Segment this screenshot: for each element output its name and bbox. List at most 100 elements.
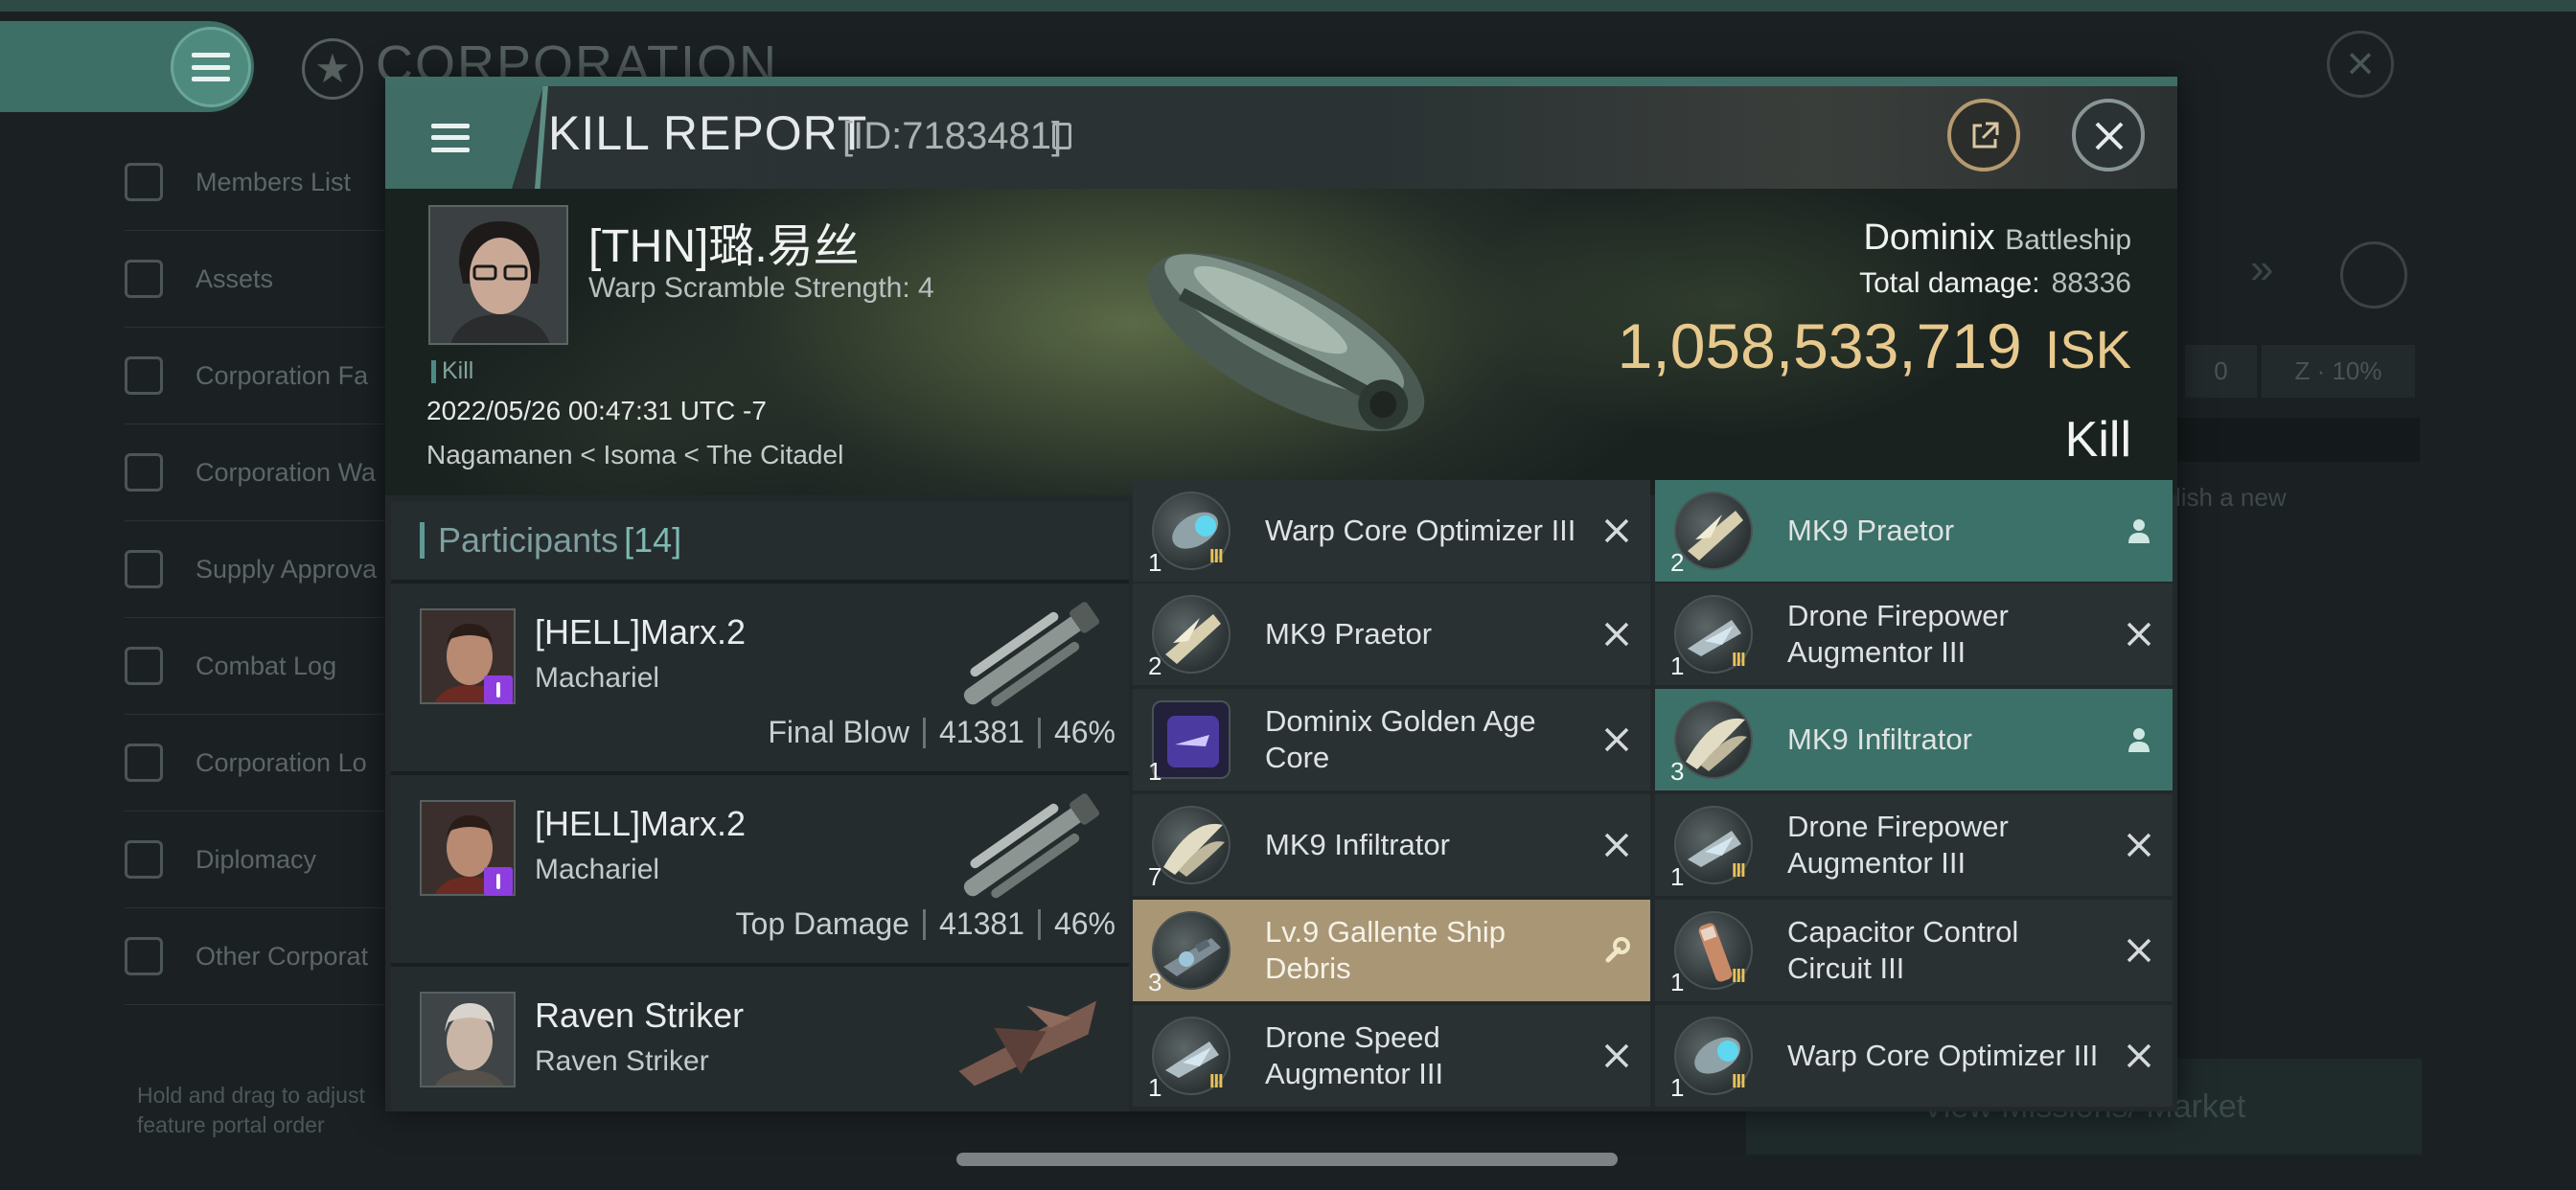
item-cell[interactable]: 1 III Warp Core Optimizer III bbox=[1655, 1005, 2173, 1107]
sidebar-item-corporation-wallet[interactable]: Corporation Wa bbox=[125, 424, 393, 521]
participant-row[interactable]: [HELL]Marx.2 Machariel Top Damage 41381 46… bbox=[391, 771, 1129, 963]
background-value-field[interactable]: 0 bbox=[2185, 345, 2257, 398]
pilot-avatar-image bbox=[430, 207, 566, 343]
hamburger-icon bbox=[430, 123, 470, 152]
destroyed-x-icon bbox=[2127, 1043, 2151, 1068]
item-quantity: 3 bbox=[1670, 757, 1685, 786]
participant-ship: Machariel bbox=[535, 662, 660, 694]
other-corp-icon bbox=[125, 937, 163, 975]
item-cell-deployed[interactable]: 3 MK9 Infiltrator bbox=[1655, 689, 2173, 790]
item-name: Drone Firepower Augmentor III bbox=[1787, 599, 2009, 669]
combat-icon bbox=[125, 647, 163, 685]
sidebar-item-corporation-log[interactable]: Corporation Lo bbox=[125, 715, 393, 812]
background-close-icon[interactable]: × bbox=[2327, 31, 2394, 98]
total-damage-label: Total damage: bbox=[1859, 267, 2040, 299]
item-name: MK9 Praetor bbox=[1265, 617, 1433, 651]
share-button[interactable] bbox=[1947, 99, 2020, 172]
item-quantity: 1 bbox=[1148, 1073, 1162, 1102]
participants-panel[interactable]: Participants [14] [HELL]Marx.2 Machariel … bbox=[391, 501, 1129, 1111]
background-external-link-icon[interactable] bbox=[2340, 241, 2407, 309]
participant-name: [HELL]Marx.2 bbox=[535, 804, 747, 843]
sidebar-item-members-list[interactable]: Members List bbox=[125, 134, 393, 231]
participants-count: [14] bbox=[624, 520, 682, 560]
wrench-icon bbox=[1605, 937, 1630, 963]
portal-order-hint: Hold and drag to adjust feature portal o… bbox=[137, 1083, 365, 1137]
participant-percent: 46% bbox=[1053, 906, 1116, 941]
dominix-ship-image bbox=[1147, 253, 1425, 431]
victim-banner: [THN]璐.易丝 Warp Scramble Strength: 4 Kill… bbox=[385, 189, 2177, 495]
sidebar-item-assets[interactable]: Assets bbox=[125, 231, 393, 328]
chevron-right-icon[interactable]: » bbox=[2250, 245, 2273, 293]
item-tier: III bbox=[1732, 1071, 1746, 1092]
item-name: Drone Speed Augmentor III bbox=[1265, 1020, 1444, 1090]
kill-report-modal: KILL REPORT [ID:7183481] [THN]璐.易丝 Warp … bbox=[385, 77, 2177, 1111]
diplomacy-icon bbox=[125, 840, 163, 879]
sidebar-item-label: Supply Approva bbox=[196, 554, 378, 584]
participant-percent: 46% bbox=[1053, 715, 1116, 749]
item-name: Warp Core Optimizer III bbox=[1265, 514, 1576, 547]
sidebar-item-other-corporations[interactable]: Other Corporat bbox=[125, 908, 393, 1005]
supply-icon bbox=[125, 550, 163, 588]
sidebar-item-label: Corporation Fa bbox=[196, 360, 369, 390]
external-link-icon bbox=[1972, 122, 1999, 149]
item-tier: III bbox=[1209, 1071, 1224, 1092]
top-strip bbox=[0, 0, 2576, 11]
participant-portrait[interactable] bbox=[420, 992, 516, 1087]
item-quantity: 1 bbox=[1670, 862, 1685, 891]
sidebar-item-label: Diplomacy bbox=[196, 844, 317, 874]
item-cell-dropped[interactable]: 3 Lv.9 Gallente Ship Debris bbox=[1133, 900, 1650, 1001]
ship-name-text: Dominix bbox=[1863, 217, 1995, 258]
praetor-drone-icon bbox=[1674, 492, 1753, 570]
sidebar-item-label: Members List bbox=[196, 167, 352, 196]
background-menu-button[interactable] bbox=[171, 27, 251, 107]
item-quantity: 1 bbox=[1148, 548, 1162, 577]
kill-tag: Kill bbox=[431, 357, 473, 385]
item-cell[interactable]: 2 MK9 Praetor bbox=[1133, 584, 1650, 685]
victim-pilot-name: [THN]璐.易丝 bbox=[588, 221, 860, 272]
percent-value: 10% bbox=[2332, 356, 2382, 385]
participant-row[interactable]: Raven Striker Raven Striker bbox=[391, 963, 1129, 1111]
infiltrator-drone-icon bbox=[1674, 700, 1753, 779]
kill-location: Nagamanen < Isoma < The Citadel bbox=[426, 440, 844, 469]
participants-title: Participants bbox=[438, 520, 619, 560]
total-damage: Total damage: 88336 bbox=[1859, 267, 2131, 300]
item-cell[interactable]: 1 Dominix Golden Age Core bbox=[1133, 689, 1650, 790]
item-quantity: 2 bbox=[1670, 548, 1685, 577]
close-icon bbox=[2095, 122, 2124, 150]
item-cell[interactable]: 1 III Warp Core Optimizer III bbox=[1133, 480, 1650, 582]
isk-unit: ISK bbox=[2044, 319, 2131, 379]
background-percent-field[interactable]: Z · 10% bbox=[2262, 345, 2415, 398]
victim-ship-name: Dominix Battleship bbox=[1863, 217, 2131, 259]
close-button[interactable] bbox=[2072, 99, 2145, 172]
home-indicator[interactable] bbox=[956, 1153, 1618, 1166]
victim-portrait[interactable] bbox=[428, 205, 568, 345]
members-icon bbox=[125, 163, 163, 201]
sidebar-item-corporation-facilities[interactable]: Corporation Fa bbox=[125, 328, 393, 424]
copy-icon[interactable] bbox=[1052, 123, 1071, 149]
item-quantity: 1 bbox=[1670, 1073, 1685, 1102]
pilot-avatar-image bbox=[422, 994, 514, 1086]
item-cell-deployed[interactable]: 2 MK9 Praetor bbox=[1655, 480, 2173, 582]
item-cell[interactable]: 1 III Drone Firepower Augmentor III bbox=[1655, 584, 2173, 685]
assets-icon bbox=[125, 260, 163, 298]
isk-amount: 1,058,533,719 bbox=[1617, 310, 2022, 381]
item-cell[interactable]: 1 III Capacitor Control Circuit III bbox=[1655, 900, 2173, 1001]
item-cell[interactable]: 7 MK9 Infiltrator bbox=[1133, 794, 1650, 896]
item-quantity: 7 bbox=[1148, 862, 1162, 891]
sidebar-item-supply-approval[interactable]: Supply Approva bbox=[125, 521, 393, 618]
sidebar-item-diplomacy[interactable]: Diplomacy bbox=[125, 812, 393, 908]
participants-header: Participants [14] bbox=[391, 501, 1129, 580]
item-name: MK9 Infiltrator bbox=[1265, 828, 1450, 861]
result-label: Kill bbox=[2064, 412, 2131, 468]
destroyed-x-icon bbox=[1604, 1043, 1629, 1068]
background-input-bar[interactable] bbox=[2175, 418, 2420, 462]
item-cell[interactable]: 1 III Drone Firepower Augmentor III bbox=[1655, 794, 2173, 896]
sidebar-item-combat-log[interactable]: Combat Log bbox=[125, 618, 393, 715]
item-tier: III bbox=[1732, 860, 1746, 881]
participant-row[interactable]: [HELL]Marx.2 Machariel Final Blow 41381 46… bbox=[391, 580, 1129, 771]
machariel-ship-image bbox=[963, 793, 1100, 899]
warp-scramble-strength: Warp Scramble Strength: 4 bbox=[588, 272, 934, 304]
item-cell[interactable]: 1 III Drone Speed Augmentor III bbox=[1133, 1005, 1650, 1107]
item-quantity: 1 bbox=[1670, 652, 1685, 680]
ship-class: Battleship bbox=[2005, 224, 2131, 256]
